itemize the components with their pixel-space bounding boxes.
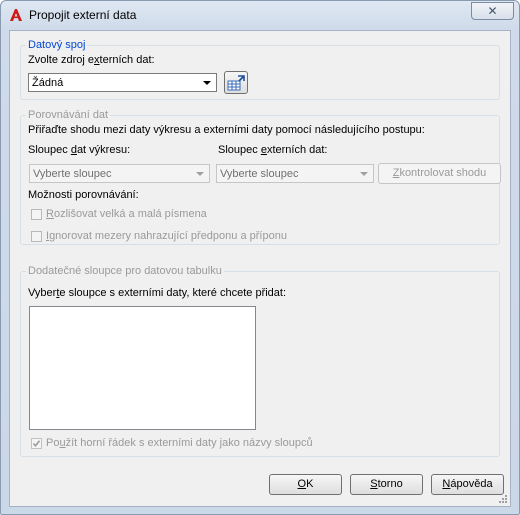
source-label: Zvolte zdroj externích dat:	[28, 54, 155, 66]
data-matching-legend: Porovnávání dat	[26, 109, 111, 121]
ok-button[interactable]: OK	[269, 474, 342, 495]
chevron-down-icon	[196, 172, 204, 176]
chevron-down-icon	[203, 81, 211, 85]
use-header-checkbox[interactable]	[31, 438, 42, 449]
matching-options-label: Možnosti porovnávání:	[28, 189, 139, 201]
data-link-manager-icon	[227, 75, 245, 91]
close-button[interactable]: ✕	[471, 2, 514, 20]
additional-columns-label: Vyberte sloupce s externími daty, které …	[28, 287, 287, 299]
checkmark-icon	[32, 440, 41, 448]
use-header-label: Použít horní řádek s externími daty jako…	[46, 437, 313, 449]
external-column-value: Vyberte sloupec	[220, 168, 299, 180]
source-dropdown-value: Žádná	[32, 77, 64, 89]
cancel-button[interactable]: Storno	[350, 474, 423, 495]
ignore-spaces-checkbox[interactable]	[31, 231, 42, 242]
dialog-body: Datový spoj Zvolte zdroj externích dat: …	[9, 30, 511, 507]
case-sensitive-label: Rozlišovat velká a malá písmena	[46, 208, 207, 220]
resize-grip-icon[interactable]	[498, 494, 508, 504]
source-dropdown[interactable]: Žádná	[28, 73, 217, 92]
title-bar[interactable]: Propojit externí data ✕	[1, 1, 519, 29]
data-link-manager-button[interactable]	[224, 71, 248, 94]
drawing-column-dropdown[interactable]: Vyberte sloupec	[29, 164, 210, 183]
data-link-legend: Datový spoj	[26, 39, 88, 51]
chevron-down-icon	[360, 172, 368, 176]
autocad-app-icon	[10, 9, 22, 21]
help-button[interactable]: Nápověda	[431, 474, 504, 495]
drawing-column-value: Vyberte sloupec	[33, 168, 112, 180]
drawing-column-label: Sloupec dat výkresu:	[28, 144, 131, 156]
check-match-button[interactable]: Zkontrolovat shodu	[378, 163, 501, 184]
ignore-spaces-label: Ignorovat mezery nahrazující předponu a …	[46, 230, 287, 242]
matching-instructions: Přiřaďte shodu mezi daty výkresu a exter…	[28, 124, 425, 136]
case-sensitive-checkbox[interactable]	[31, 209, 42, 220]
external-columns-listbox[interactable]	[29, 306, 256, 430]
window-title: Propojit externí data	[29, 8, 137, 22]
external-column-label: Sloupec externích dat:	[218, 144, 328, 156]
dialog-window: Propojit externí data ✕ Datový spoj Zvol…	[0, 0, 520, 515]
additional-columns-legend: Dodatečné sloupce pro datovou tabulku	[26, 265, 224, 277]
external-column-dropdown[interactable]: Vyberte sloupec	[216, 164, 374, 183]
